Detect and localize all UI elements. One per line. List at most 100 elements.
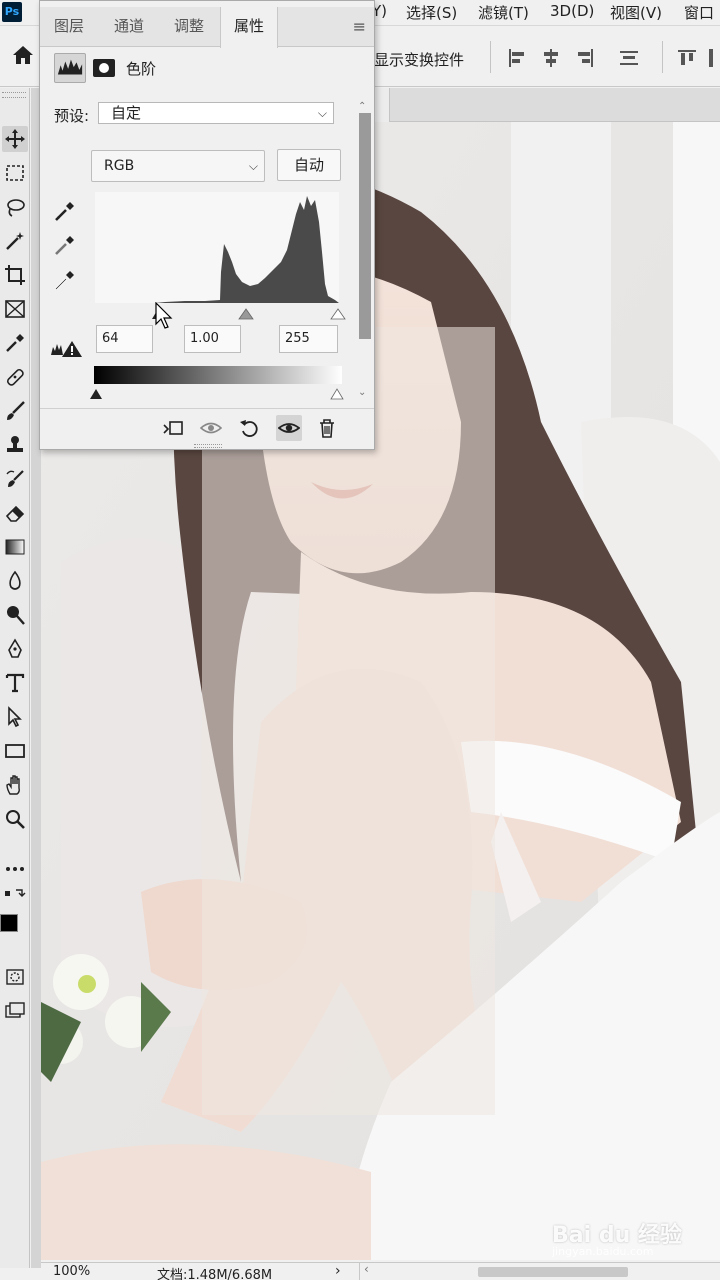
- reset-button[interactable]: [236, 415, 262, 441]
- dodge-tool[interactable]: [2, 602, 28, 628]
- panel-tabs: 图层 通道 调整 属性 ≡: [40, 7, 374, 48]
- tab-channels[interactable]: 通道: [100, 7, 158, 47]
- scroll-up-icon[interactable]: ⌃: [358, 101, 366, 112]
- scroll-left-icon[interactable]: ‹: [364, 1262, 369, 1276]
- output-black-slider[interactable]: [90, 389, 102, 399]
- input-levels-sliders[interactable]: [95, 301, 349, 321]
- output-levels-gradient: [94, 366, 342, 384]
- align-top-icon[interactable]: [618, 47, 640, 69]
- zoom-icon: [6, 810, 25, 829]
- separator: [662, 41, 663, 73]
- bandage-icon: [6, 368, 24, 386]
- white-point-eyedropper-icon[interactable]: [52, 267, 78, 293]
- type-tool[interactable]: [2, 670, 28, 696]
- auto-button[interactable]: 自动: [277, 149, 341, 181]
- view-previous-button[interactable]: [198, 415, 224, 441]
- eyedropper-tool[interactable]: [2, 330, 28, 356]
- clone-stamp-tool[interactable]: [2, 432, 28, 458]
- lasso-tool[interactable]: [2, 194, 28, 220]
- output-white-slider[interactable]: [330, 388, 344, 400]
- menu-3d[interactable]: 3D(D): [550, 2, 594, 20]
- foreground-color-swatch[interactable]: [0, 914, 18, 932]
- delete-adjustment-button[interactable]: [314, 415, 340, 441]
- black-point-eyedropper-icon[interactable]: [52, 198, 78, 224]
- healing-brush-tool[interactable]: [2, 364, 28, 390]
- output-levels-sliders[interactable]: [90, 383, 350, 401]
- home-icon[interactable]: [10, 43, 36, 67]
- hand-tool[interactable]: [2, 772, 28, 798]
- menu-filter[interactable]: 滤镜(T): [478, 2, 529, 23]
- horizontal-scrollbar[interactable]: ‹: [359, 1262, 720, 1280]
- panel-menu-icon[interactable]: ≡: [353, 17, 366, 36]
- gray-point-eyedropper-icon[interactable]: [52, 232, 78, 258]
- pen-tool[interactable]: [2, 636, 28, 662]
- align-center-icon[interactable]: [540, 47, 562, 69]
- align-right-icon[interactable]: [574, 47, 596, 69]
- move-tool[interactable]: [2, 126, 28, 152]
- menu-view[interactable]: 视图(V): [610, 2, 662, 23]
- path-selection-tool[interactable]: [2, 704, 28, 730]
- brush-tool[interactable]: [2, 398, 28, 424]
- channel-value: RGB: [104, 158, 135, 174]
- show-transform-controls-label[interactable]: 显示变换控件: [374, 49, 464, 70]
- magic-wand-icon: [6, 232, 24, 250]
- blur-tool[interactable]: [2, 568, 28, 594]
- swap-colors-button[interactable]: [2, 886, 28, 904]
- levels-histogram: [95, 192, 339, 303]
- menu-window[interactable]: 窗口: [684, 2, 714, 23]
- toolbar-grip[interactable]: [2, 92, 26, 98]
- preset-dropdown[interactable]: 自定 ⌵: [98, 102, 334, 124]
- input-black-field[interactable]: 64: [96, 325, 153, 353]
- input-white-slider[interactable]: [330, 308, 346, 320]
- clip-to-layer-button[interactable]: [160, 415, 186, 441]
- input-white-field[interactable]: 255: [279, 325, 338, 353]
- edit-toolbar-button[interactable]: [2, 856, 28, 882]
- preset-value: 自定: [111, 104, 142, 122]
- lasso-icon: [7, 199, 25, 217]
- screen-mode-button[interactable]: [2, 998, 28, 1024]
- gradient-tool[interactable]: [2, 534, 28, 560]
- toggle-visibility-button[interactable]: [276, 415, 302, 441]
- zoom-level[interactable]: 100%: [53, 1264, 90, 1279]
- horizontal-scroll-thumb[interactable]: [478, 1267, 628, 1277]
- status-menu-arrow-icon[interactable]: ›: [335, 1263, 341, 1279]
- document-info: 文档:1.48M/6.68M: [157, 1268, 273, 1280]
- status-bar: 100% 文档:1.48M/6.68M › ‹: [41, 1262, 720, 1280]
- tab-adjustments[interactable]: 调整: [160, 7, 218, 47]
- clip-to-layer-icon: [163, 421, 183, 435]
- eraser-tool[interactable]: [2, 500, 28, 526]
- eye-previous-icon: [200, 422, 222, 434]
- tab-layers[interactable]: 图层: [40, 7, 98, 47]
- clipping-warning-icon[interactable]: [50, 339, 84, 359]
- quick-mask-button[interactable]: [2, 964, 28, 990]
- distribute-top-icon[interactable]: [676, 47, 698, 69]
- panel-resize-grip[interactable]: [194, 444, 222, 448]
- rectangle-tool[interactable]: [2, 738, 28, 764]
- gradient-icon: [5, 539, 25, 555]
- scrollbar-thumb[interactable]: [359, 113, 371, 339]
- history-brush-tool[interactable]: [2, 466, 28, 492]
- eraser-icon: [5, 505, 25, 522]
- distribute-center-icon[interactable]: [704, 47, 720, 69]
- channel-dropdown[interactable]: RGB ⌵: [91, 150, 265, 182]
- mouse-cursor-icon: [155, 302, 173, 329]
- tab-properties[interactable]: 属性: [220, 7, 278, 48]
- input-gamma-slider[interactable]: [238, 308, 254, 320]
- document-tab-strip: [376, 88, 720, 122]
- quick-mask-icon: [6, 969, 24, 985]
- input-gamma-field[interactable]: 1.00: [184, 325, 241, 353]
- crop-tool[interactable]: [2, 262, 28, 288]
- layer-mask-icon[interactable]: [92, 57, 116, 79]
- menu-select[interactable]: 选择(S): [406, 2, 457, 23]
- rectangle-icon: [5, 744, 25, 758]
- frame-tool[interactable]: [2, 296, 28, 322]
- document-tab[interactable]: [376, 88, 390, 122]
- levels-adjustment-button[interactable]: [54, 53, 86, 83]
- magic-wand-tool[interactable]: [2, 228, 28, 254]
- marquee-tool[interactable]: [2, 160, 28, 186]
- scroll-down-icon[interactable]: ⌄: [358, 387, 366, 398]
- align-left-icon[interactable]: [506, 47, 528, 69]
- zoom-tool[interactable]: [2, 806, 28, 832]
- screen-mode-icon: [5, 1002, 25, 1018]
- panel-scrollbar[interactable]: ⌃ ⌄: [356, 101, 372, 405]
